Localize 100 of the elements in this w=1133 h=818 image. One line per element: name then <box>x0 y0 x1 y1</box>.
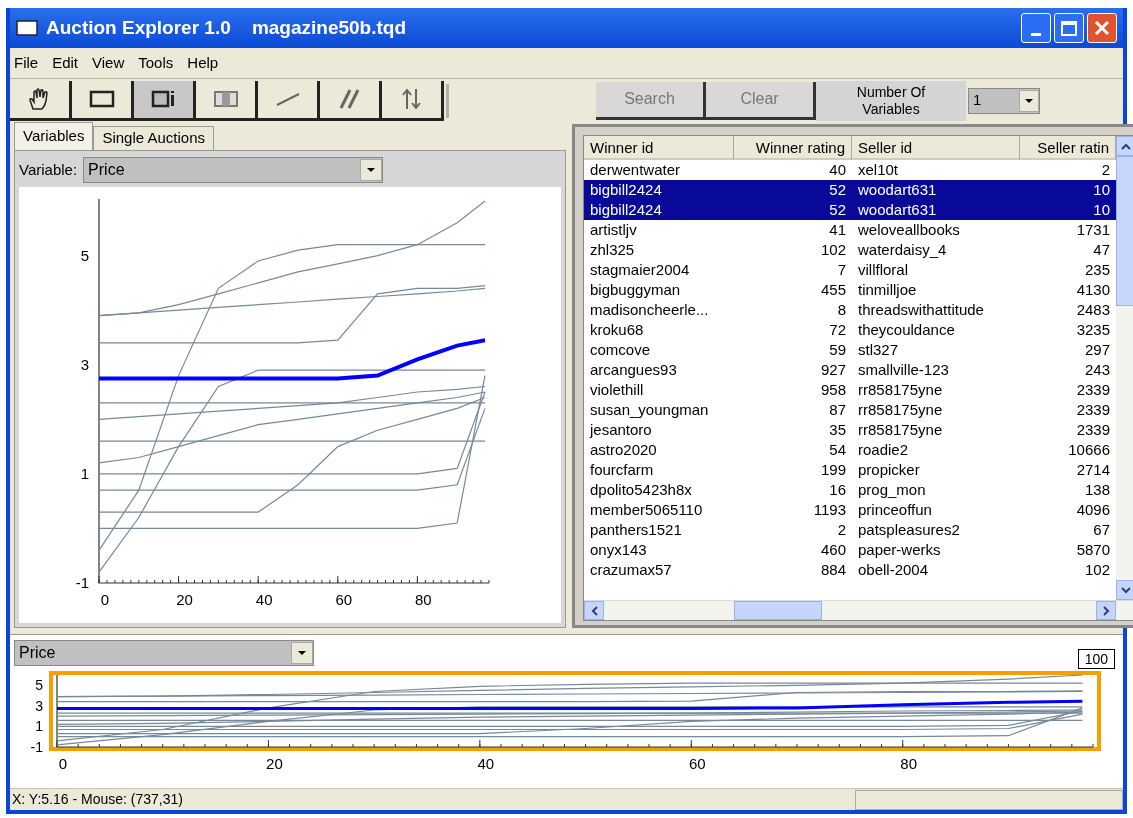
table-row[interactable]: arcangues93 927 smallville-123 243 <box>584 360 1116 380</box>
scroll-right-icon <box>1102 605 1110 616</box>
toolbar-button[interactable] <box>10 80 72 121</box>
table-cell-text: bigbill2424 <box>589 180 663 200</box>
table-cell-text: woodart631 <box>857 200 938 220</box>
table-cell-text: 884 <box>819 560 847 580</box>
dropdown-caret-icon <box>297 650 307 656</box>
toolbar-button[interactable] <box>72 80 134 121</box>
table-cell-text: 958 <box>819 380 847 400</box>
vertical-scrollbar[interactable] <box>1116 136 1133 600</box>
tab[interactable]: Variables <box>14 122 94 150</box>
menu-item[interactable]: Help <box>187 51 219 75</box>
y-tick-label: -1 <box>75 574 89 591</box>
table-row[interactable]: kroku68 72 theycouldance 3235 <box>584 320 1116 340</box>
table-cell-text: 16 <box>828 480 847 500</box>
dropdown-value: Price <box>88 160 125 180</box>
table-cell-text: princeoffun <box>857 500 933 520</box>
table-cell-text: comcove <box>589 340 652 360</box>
table-row[interactable]: astro2020 54 roadie2 10666 <box>584 440 1116 460</box>
dropdown-value: 1 <box>973 90 982 111</box>
column-header[interactable]: Seller id <box>852 136 1020 160</box>
table-row[interactable]: onyx143 460 paper-werks 5870 <box>584 540 1116 560</box>
table-cell-text: 2339 <box>1075 400 1111 420</box>
table-row[interactable]: member5065110 1193 princeoffun 4096 <box>584 500 1116 520</box>
rectangle-icon <box>88 90 115 108</box>
toolbar-button[interactable] <box>196 80 258 121</box>
table-row[interactable]: bigbuggyman 455 tinmilljoe 4130 <box>584 280 1116 300</box>
table-row[interactable]: bigbill2424 52 woodart631 10 <box>584 180 1116 200</box>
table-cell-text: smallville-123 <box>857 360 950 380</box>
column-header[interactable]: Winner rating <box>734 136 852 160</box>
menu-item[interactable]: Edit <box>52 51 79 75</box>
columns-icon <box>212 90 239 108</box>
x-tick-label: 80 <box>900 755 918 772</box>
toolbar-button[interactable] <box>382 80 444 121</box>
table-cell-text: fourcfarm <box>589 460 655 480</box>
table-cell-text: violethill <box>589 380 645 400</box>
y-tick-label: 5 <box>35 677 43 694</box>
box-with-bar-icon <box>150 90 177 108</box>
table-cell-text: jesantoro <box>588 420 653 440</box>
table-cell-text: 2339 <box>1075 420 1111 440</box>
table-cell-text: 927 <box>819 360 847 380</box>
table-cell-text: rr858175yne <box>857 420 944 440</box>
table-cell-text: 10666 <box>1067 440 1111 460</box>
table-cell-text: 4130 <box>1075 280 1111 300</box>
variable-dropdown[interactable]: Price <box>83 157 384 183</box>
table-cell-text: patspleasures2 <box>857 520 961 540</box>
table-cell-text: theycouldance <box>857 320 956 340</box>
toolbar-button[interactable] <box>320 80 382 121</box>
y-tick-label: 1 <box>35 718 43 735</box>
table-row[interactable]: susan_youngman 87 rr858175yne 2339 <box>584 400 1116 420</box>
table-row[interactable]: jesantoro 35 rr858175yne 2339 <box>584 420 1116 440</box>
menu-item[interactable]: File <box>14 51 39 75</box>
tab[interactable]: Single Auctions <box>93 126 214 150</box>
variables-count-dropdown[interactable]: 1 <box>968 87 1040 114</box>
table-cell-text: kroku68 <box>589 320 645 340</box>
table-cell-text: paper-werks <box>857 540 942 560</box>
table-cell-text: 10 <box>1092 180 1111 200</box>
window-title: Auction Explorer 1.0 magazine50b.tqd <box>46 15 407 40</box>
table-cell-text: roadie2 <box>857 440 910 460</box>
table-cell-text: 35 <box>828 420 847 440</box>
table-cell-text: 7 <box>836 260 847 280</box>
table-row[interactable]: derwentwater 40 xel10t 2 <box>584 160 1116 180</box>
menu-item[interactable]: Tools <box>138 51 174 75</box>
table-row[interactable]: madisoncheerle... 8 threadswithattitude 2483 <box>584 300 1116 320</box>
table-row[interactable]: fourcfarm 199 propicker 2714 <box>584 460 1116 480</box>
scrollbar-thumb[interactable] <box>734 601 822 620</box>
minimize-button[interactable] <box>1021 13 1051 43</box>
table-cell-text: 2714 <box>1075 460 1111 480</box>
table-row[interactable]: dpolito5423h8x 16 prog_mon 138 <box>584 480 1116 500</box>
close-button[interactable] <box>1087 13 1117 43</box>
menu-item[interactable]: View <box>92 51 125 75</box>
horizontal-scrollbar[interactable] <box>584 600 1133 620</box>
toolbar-button[interactable] <box>134 80 196 121</box>
table-cell-text: 8 <box>836 300 847 320</box>
maximize-button[interactable] <box>1054 13 1084 43</box>
column-header[interactable]: Winner id <box>584 136 734 160</box>
toolbar-button[interactable] <box>258 80 320 121</box>
table-cell-text: propicker <box>857 460 921 480</box>
table-cell-text: 52 <box>828 200 847 220</box>
scrollbar-thumb[interactable] <box>1116 156 1133 306</box>
table-cell-text: 67 <box>1092 520 1111 540</box>
table-cell-text: 54 <box>828 440 847 460</box>
table-cell-text: 47 <box>1092 240 1111 260</box>
table-cell-text: villfloral <box>857 260 909 280</box>
overview-variable-dropdown[interactable]: Price <box>14 640 314 666</box>
table-row[interactable]: stagmaier2004 7 villfloral 235 <box>584 260 1116 280</box>
table-cell-text: 41 <box>828 220 847 240</box>
variable-label: Variable: <box>19 159 78 180</box>
table-row[interactable]: violethill 958 rr858175yne 2339 <box>584 380 1116 400</box>
table-row[interactable]: zhl325 102 waterdaisy_4 47 <box>584 240 1116 260</box>
table-cell-text: zhl325 <box>589 240 636 260</box>
table-row[interactable]: artistljv 41 weloveallbooks 1731 <box>584 220 1116 240</box>
table-cell-text: stagmaier2004 <box>589 260 691 280</box>
x-tick-label: 0 <box>58 755 68 772</box>
table-row[interactable]: crazumax57 884 obell-2004 102 <box>584 560 1116 580</box>
table-cell-text: 235 <box>1083 260 1111 280</box>
table-row[interactable]: bigbill2424 52 woodart631 10 <box>584 200 1116 220</box>
table-cell-text: 102 <box>819 240 847 260</box>
table-row[interactable]: comcove 59 stl327 297 <box>584 340 1116 360</box>
table-row[interactable]: panthers1521 2 patspleasures2 67 <box>584 520 1116 540</box>
